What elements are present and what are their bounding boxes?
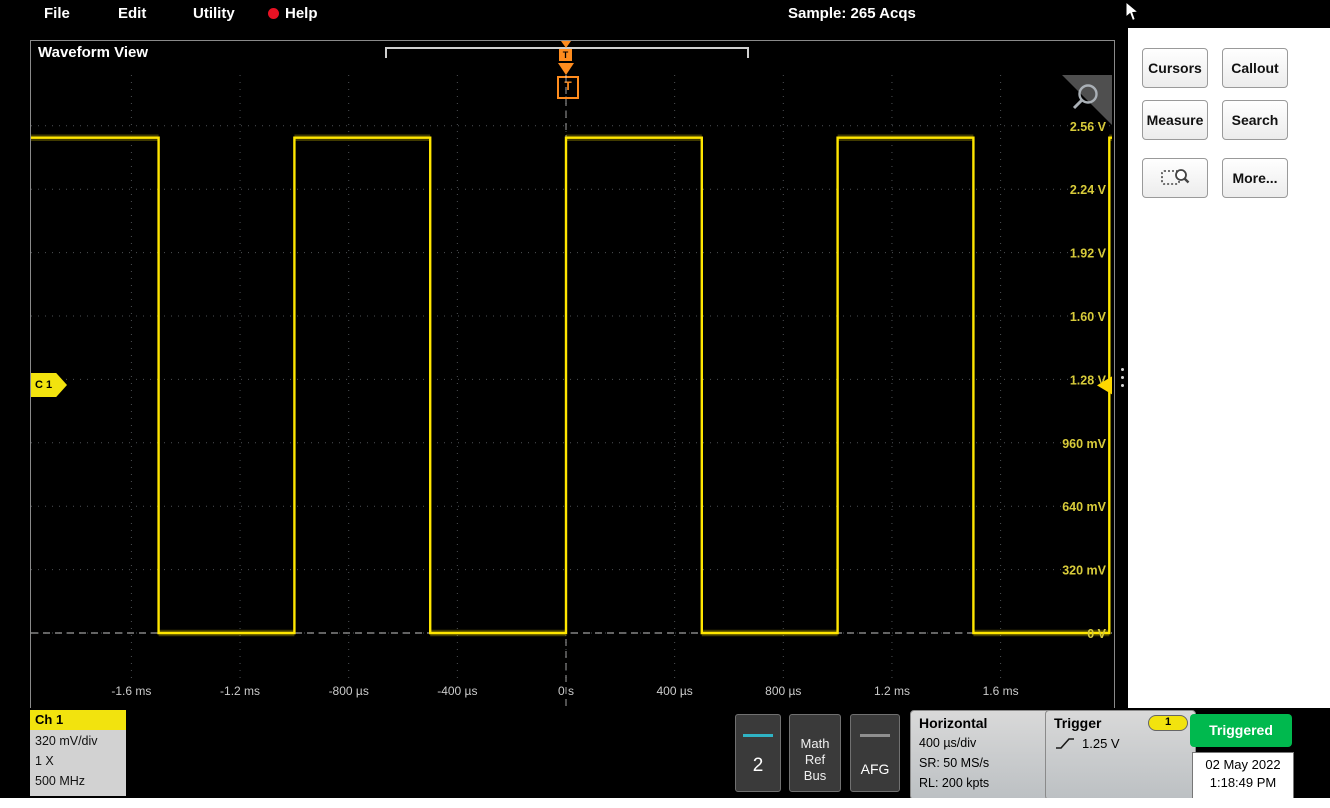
math-ref-bus-button[interactable]: Math Ref Bus xyxy=(789,714,841,792)
trigger-source-badge: 1 xyxy=(1148,715,1188,731)
svg-text:1.92 V: 1.92 V xyxy=(1070,247,1107,261)
trigger-status-badge: Triggered xyxy=(1190,714,1292,747)
menu-help[interactable]: Help xyxy=(268,5,318,22)
menu-help-label: Help xyxy=(285,5,318,22)
svg-text:960 mV: 960 mV xyxy=(1062,437,1106,451)
cursors-button[interactable]: Cursors xyxy=(1142,48,1208,88)
channel-1-bandwidth: 500 MHz xyxy=(35,771,121,791)
zoom-icon xyxy=(1160,166,1190,190)
waveform-view-title: Waveform View xyxy=(38,44,148,61)
acquisition-status: Sample: 265 Acqs xyxy=(788,5,916,22)
date-label: 02 May 2022 xyxy=(1193,756,1293,774)
trigger-settings-panel[interactable]: Trigger 1 1.25 V xyxy=(1045,710,1196,800)
bus-label: Bus xyxy=(790,768,840,784)
more-button[interactable]: More... xyxy=(1222,158,1288,198)
search-button[interactable]: Search xyxy=(1222,100,1288,140)
svg-text:-1.2 ms: -1.2 ms xyxy=(220,684,260,698)
afg-button[interactable]: AFG xyxy=(850,714,900,792)
svg-text:-400 µs: -400 µs xyxy=(437,684,477,698)
svg-text:320 mV: 320 mV xyxy=(1062,564,1106,578)
svg-text:1.2 ms: 1.2 ms xyxy=(874,684,910,698)
svg-text:2.56 V: 2.56 V xyxy=(1070,120,1107,134)
channel-2-label: 2 xyxy=(736,755,780,777)
menu-edit[interactable]: Edit xyxy=(118,5,146,22)
svg-text:1.60 V: 1.60 V xyxy=(1070,310,1107,324)
time-label: 1:18:49 PM xyxy=(1193,774,1293,792)
afg-color-bar xyxy=(860,734,890,737)
svg-text:800 µs: 800 µs xyxy=(765,684,801,698)
channel-1-attenuation: 1 X xyxy=(35,751,121,771)
channel-2-button[interactable]: 2 xyxy=(735,714,781,792)
svg-text:640 mV: 640 mV xyxy=(1062,500,1106,514)
svg-text:0 s: 0 s xyxy=(558,684,574,698)
bottom-bar: Ch 1 320 mV/div 1 X 500 MHz 2 Math Ref B… xyxy=(0,708,1330,798)
right-toolbar: Cursors Callout Measure Search More... xyxy=(1128,28,1330,708)
channel-2-color-bar xyxy=(743,734,773,737)
horizontal-record-length: RL: 200 kpts xyxy=(919,773,1049,793)
afg-label: AFG xyxy=(851,761,899,777)
measure-button[interactable]: Measure xyxy=(1142,100,1208,140)
trigger-position-arrow-icon[interactable] xyxy=(558,63,574,75)
svg-text:400 µs: 400 µs xyxy=(657,684,693,698)
svg-text:0 V: 0 V xyxy=(1087,627,1106,641)
menu-file[interactable]: File xyxy=(44,5,70,22)
horizontal-scale: 400 µs/div xyxy=(919,733,1049,753)
record-dot-icon xyxy=(268,8,279,19)
svg-text:1.6 ms: 1.6 ms xyxy=(983,684,1019,698)
record-trigger-arrow-icon xyxy=(561,41,571,48)
trigger-level: 1.25 V xyxy=(1082,736,1120,751)
channel-1-scale: 320 mV/div xyxy=(35,731,121,751)
ref-label: Ref xyxy=(790,752,840,768)
graticule[interactable]: 2.56 V2.24 V1.92 V1.60 V1.28 V960 mV640 … xyxy=(31,75,1112,707)
channel-1-title: Ch 1 xyxy=(30,710,126,730)
bottom-strip xyxy=(0,798,1330,808)
panel-splitter-handle[interactable] xyxy=(1117,362,1127,392)
waveform-view-panel: Waveform View T T 2.56 V2.24 V1.92 V1.60… xyxy=(30,40,1115,710)
record-trigger-t-icon: T xyxy=(559,49,572,61)
math-label: Math xyxy=(790,736,840,752)
svg-text:-1.6 ms: -1.6 ms xyxy=(111,684,151,698)
channel-1-settings: 320 mV/div 1 X 500 MHz xyxy=(30,730,126,796)
callout-button[interactable]: Callout xyxy=(1222,48,1288,88)
horizontal-title: Horizontal xyxy=(919,713,1049,733)
menu-utility[interactable]: Utility xyxy=(193,5,235,22)
menu-bar: File Edit Utility Help Sample: 265 Acqs xyxy=(0,0,1330,28)
rising-edge-icon xyxy=(1054,735,1076,751)
zoom-button[interactable] xyxy=(1142,158,1208,198)
horizontal-sample-rate: SR: 50 MS/s xyxy=(919,753,1049,773)
svg-text:-800 µs: -800 µs xyxy=(329,684,369,698)
channel-1-card[interactable]: Ch 1 320 mV/div 1 X 500 MHz xyxy=(30,710,126,794)
horizontal-settings-panel[interactable]: Horizontal 400 µs/div SR: 50 MS/s RL: 20… xyxy=(910,710,1058,800)
svg-text:2.24 V: 2.24 V xyxy=(1070,183,1107,197)
mouse-cursor-icon xyxy=(1125,1,1141,23)
datetime-display: 02 May 2022 1:18:49 PM xyxy=(1192,752,1294,799)
